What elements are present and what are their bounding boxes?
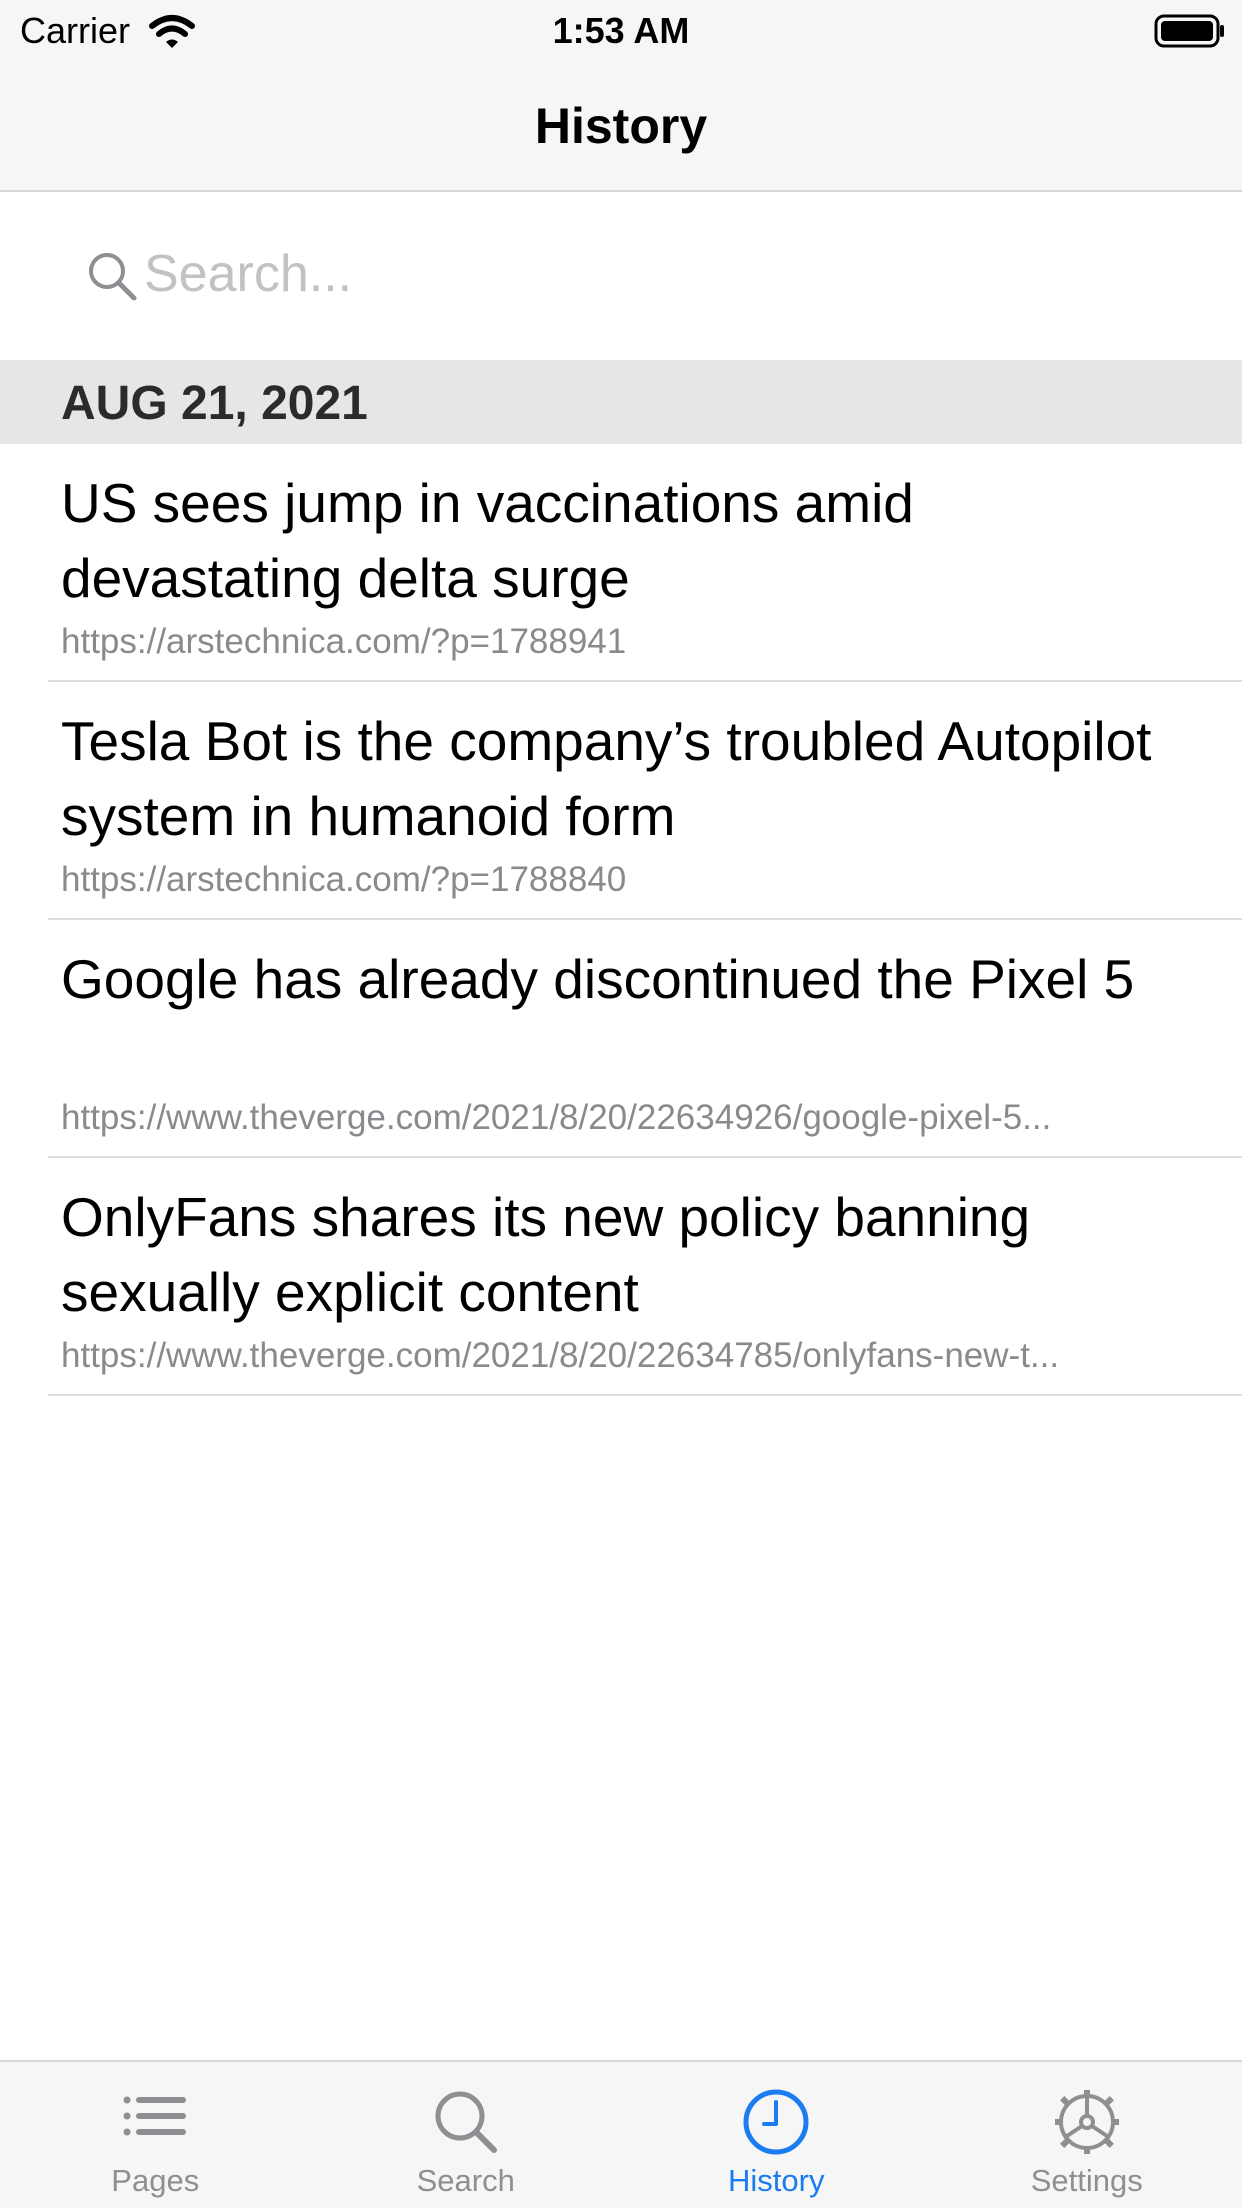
search-icon: [89, 253, 137, 301]
tab-pages[interactable]: Pages: [0, 2062, 311, 2208]
history-list: US sees jump in vaccinations amid devast…: [0, 444, 1242, 1396]
tab-bar: Pages Search History Settings: [0, 2060, 1242, 2208]
history-item-title: Tesla Bot is the company’s troubled Auto…: [61, 710, 1152, 847]
history-item-url: https://arstechnica.com/?p=1788840: [61, 860, 627, 899]
clock-icon: [743, 2089, 809, 2155]
history-item-url: https://arstechnica.com/?p=1788941: [61, 622, 627, 661]
history-item-title: US sees jump in vaccinations amid devast…: [61, 472, 914, 609]
history-item-url: https://www.theverge.com/2021/8/20/22634…: [61, 1336, 1060, 1375]
tab-pages-label: Pages: [111, 2163, 200, 2198]
gear-icon: [1054, 2090, 1119, 2154]
search-icon: [435, 2091, 497, 2153]
history-item[interactable]: US sees jump in vaccinations amid devast…: [48, 444, 1242, 682]
history-item-title: OnlyFans shares its new policy banning s…: [61, 1186, 1031, 1323]
tab-search[interactable]: Search: [311, 2062, 622, 2208]
history-item[interactable]: Google has already discontinued the Pixe…: [48, 920, 1242, 1158]
search-bar: [0, 192, 1242, 360]
history-item-url: https://www.theverge.com/2021/8/20/22634…: [61, 1098, 1052, 1137]
history-item[interactable]: Tesla Bot is the company’s troubled Auto…: [48, 682, 1242, 920]
tab-settings[interactable]: Settings: [932, 2062, 1242, 2208]
section-header: AUG 21, 2021: [0, 360, 1242, 444]
tab-history-label: History: [728, 2163, 825, 2198]
top-bar: Carrier 1:53 AM History: [0, 0, 1242, 192]
history-screen: Carrier 1:53 AM History AUG 21, 2021 US …: [0, 0, 1242, 2208]
page-title: History: [534, 98, 708, 154]
tab-search-label: Search: [416, 2163, 515, 2198]
tab-settings-label: Settings: [1030, 2163, 1143, 2198]
battery-icon: [1154, 14, 1224, 48]
tab-history[interactable]: History: [621, 2062, 932, 2208]
history-item[interactable]: OnlyFans shares its new policy banning s…: [48, 1158, 1242, 1396]
list-icon: [123, 2096, 187, 2136]
history-item-title: Google has already discontinued the Pixe…: [61, 948, 1135, 1010]
status-time: 1:53 AM: [552, 10, 690, 51]
section-date-label: AUG 21, 2021: [61, 377, 368, 430]
search-input[interactable]: [144, 236, 1164, 312]
